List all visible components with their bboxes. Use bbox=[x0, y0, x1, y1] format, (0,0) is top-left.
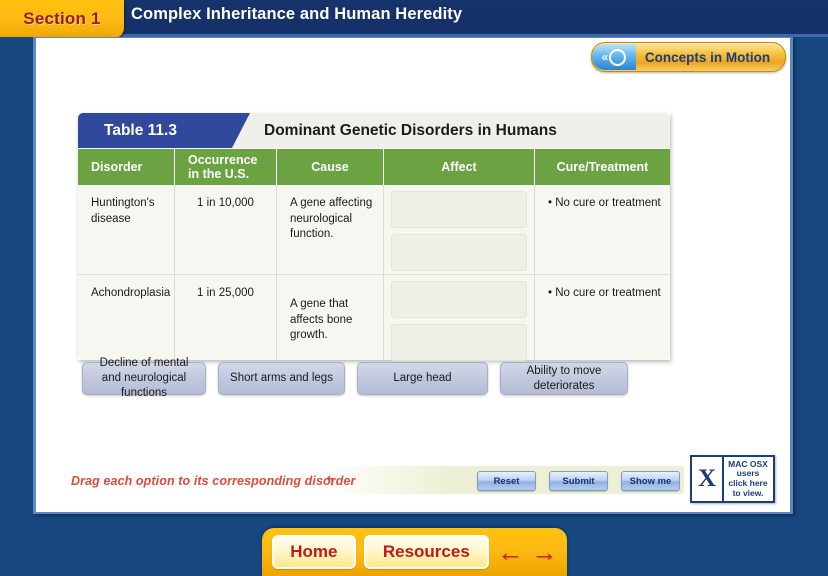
option-chip[interactable]: Ability to move deteriorates bbox=[500, 362, 628, 395]
submit-button[interactable]: Submit bbox=[549, 471, 608, 491]
forward-arrow-icon[interactable]: → bbox=[531, 539, 557, 565]
affect-dropzone[interactable] bbox=[391, 234, 527, 271]
column-header-cure-treatment: Cure/Treatment bbox=[556, 159, 649, 174]
concepts-in-motion-label: Concepts in Motion bbox=[644, 49, 771, 65]
reset-button[interactable]: Reset bbox=[477, 471, 536, 491]
table-column-headers: Disorder Occurrence in the U.S. Cause Af… bbox=[78, 148, 670, 185]
cell-cure-treatment: • No cure or treatment bbox=[548, 287, 661, 299]
cell-affect-dropzones bbox=[384, 275, 535, 361]
instruction-arrow-icon: ↰ bbox=[325, 474, 336, 488]
show-me-button[interactable]: Show me bbox=[621, 471, 680, 491]
concepts-in-motion-button[interactable]: « Concepts in Motion bbox=[591, 42, 786, 72]
table-number-tag: Table 11.3 bbox=[78, 113, 250, 148]
draggable-options-list: Decline of mental and neurological funct… bbox=[82, 357, 628, 399]
section-tab: Section 1 bbox=[0, 0, 124, 38]
option-chip[interactable]: Decline of mental and neurological funct… bbox=[82, 357, 206, 399]
action-buttons: Reset Submit Show me bbox=[477, 471, 680, 491]
page-title: Complex Inheritance and Human Heredity bbox=[131, 5, 463, 23]
cell-cause: A gene that affects bone growth. bbox=[277, 275, 384, 360]
mac-osx-notice[interactable]: X MAC OSX users click here to view. bbox=[690, 455, 775, 503]
cell-cure-treatment: • No cure or treatment bbox=[548, 197, 661, 209]
option-chip[interactable]: Large head bbox=[357, 362, 488, 395]
column-header-occurrence-line2: in the U.S. bbox=[188, 167, 250, 181]
affect-dropzone[interactable] bbox=[391, 281, 527, 318]
table-row: Achondroplasia 1 in 25,000 A gene that a… bbox=[78, 275, 670, 361]
column-header-affect: Affect bbox=[384, 149, 535, 185]
x-icon: X bbox=[692, 457, 724, 501]
column-header-occurrence-line1: Occurrence bbox=[188, 152, 258, 167]
cell-occurrence: 1 in 25,000 bbox=[175, 275, 277, 360]
home-button[interactable]: Home bbox=[272, 535, 356, 569]
cell-disorder: Achondroplasia bbox=[78, 275, 175, 360]
table-row: Huntington's disease 1 in 10,000 A gene … bbox=[78, 185, 670, 275]
genetic-disorders-table: Table 11.3 Dominant Genetic Disorders in… bbox=[78, 113, 670, 361]
table-header-band: Table 11.3 Dominant Genetic Disorders in… bbox=[78, 113, 670, 148]
column-header-disorder: Disorder bbox=[78, 149, 175, 185]
cell-cause: A gene affecting neurological function. bbox=[277, 185, 384, 274]
affect-dropzone[interactable] bbox=[391, 191, 527, 228]
mac-osx-notice-text: MAC OSX users click here to view. bbox=[724, 457, 773, 501]
resources-button[interactable]: Resources bbox=[363, 535, 489, 569]
column-header-cause: Cause bbox=[277, 149, 384, 185]
cell-disorder: Huntington's disease bbox=[78, 185, 175, 274]
mac-notice-line-4: to view. bbox=[732, 487, 764, 498]
section-tab-label: Section 1 bbox=[23, 9, 101, 28]
cell-affect-dropzones bbox=[384, 185, 535, 274]
option-chip[interactable]: Short arms and legs bbox=[218, 362, 345, 395]
affect-dropzone[interactable] bbox=[391, 324, 527, 361]
table-title: Dominant Genetic Disorders in Humans bbox=[264, 121, 557, 139]
motion-waves-icon: « bbox=[592, 44, 636, 70]
instruction-text: Drag each option to its corresponding di… bbox=[71, 474, 356, 488]
cell-occurrence: 1 in 10,000 bbox=[175, 185, 277, 274]
back-arrow-icon[interactable]: ← bbox=[497, 539, 523, 565]
bottom-navigation-bar: Home Resources ← → bbox=[262, 528, 567, 576]
column-header-occurrence: Occurrence in the U.S. bbox=[175, 149, 277, 185]
